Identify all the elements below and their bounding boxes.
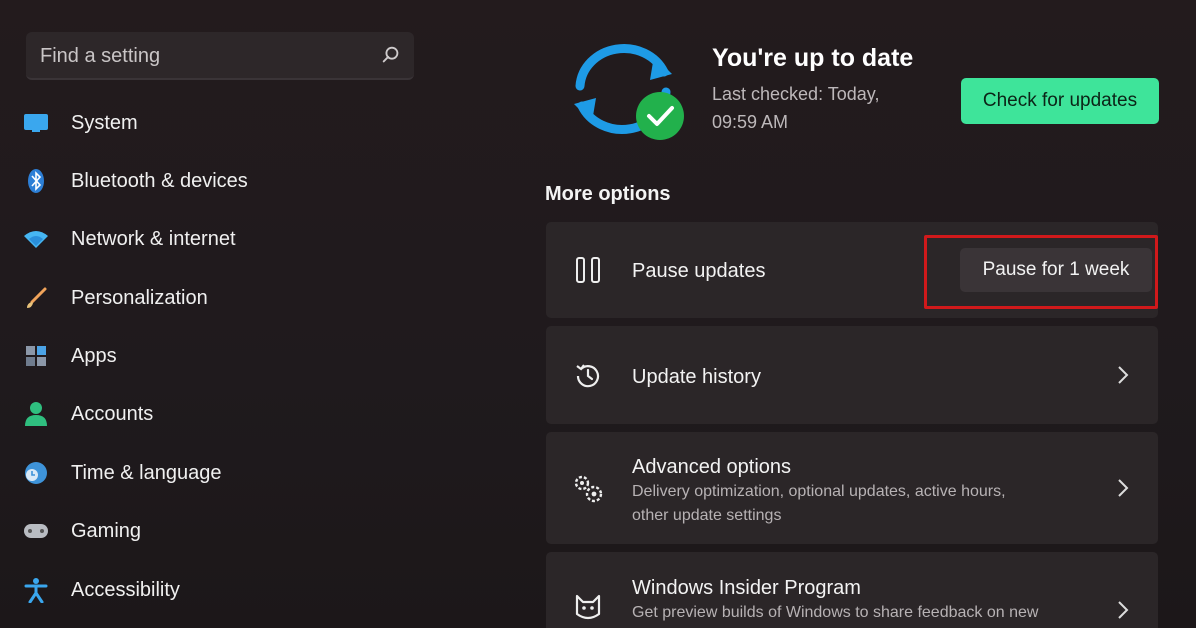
wifi-icon [22,225,50,253]
gamepad-icon [22,517,50,545]
person-icon [22,400,50,428]
sidebar-item-system[interactable]: System [22,103,422,143]
sidebar-item-apps[interactable]: Apps [22,336,422,376]
gears-icon [570,470,606,506]
insider-cat-icon [570,590,606,626]
advanced-options-description: Delivery optimization, optional updates,… [632,480,1072,528]
update-history-title: Update history [632,366,761,388]
brush-icon [22,284,50,312]
bluetooth-icon [22,167,50,195]
chevron-right-icon [1118,479,1129,497]
sidebar: Find a setting System Bluetooth & device… [0,0,520,628]
sidebar-item-gaming[interactable]: Gaming [22,511,422,551]
sidebar-item-label: Accounts [71,402,154,425]
chevron-right-icon [1118,601,1129,619]
sidebar-item-network[interactable]: Network & internet [22,219,422,259]
sidebar-item-label: Accessibility [71,578,180,601]
last-checked-line2: 09:59 AM [712,112,789,132]
sync-check-icon [574,44,684,140]
update-history-card[interactable]: Update history [546,326,1158,424]
sidebar-item-label: Time & language [71,461,222,484]
apps-icon [22,342,50,370]
history-icon [570,358,606,394]
windows-update-panel: You're up to date Last checked: Today, 0… [530,0,1196,628]
update-status-title: You're up to date [712,44,914,72]
sidebar-item-accessibility[interactable]: Accessibility [22,570,422,610]
pause-updates-title: Pause updates [632,260,766,282]
last-checked-line1: Last checked: Today, [712,84,880,104]
sidebar-item-accounts[interactable]: Accounts [22,394,422,434]
advanced-options-title: Advanced options [632,456,792,478]
search-icon[interactable] [380,44,402,66]
sidebar-item-label: Personalization [71,286,208,309]
sidebar-item-label: Bluetooth & devices [71,169,248,192]
advanced-desc-line2: other update settings [632,507,782,524]
chevron-right-icon [1118,366,1129,384]
accessibility-icon [22,576,50,604]
sidebar-item-bluetooth[interactable]: Bluetooth & devices [22,161,422,201]
windows-insider-title: Windows Insider Program [632,577,861,599]
sidebar-item-label: Gaming [71,519,142,542]
advanced-desc-line1: Delivery optimization, optional updates,… [632,483,1006,500]
highlight-box [924,235,1158,309]
monitor-icon [22,109,50,137]
globe-clock-icon [22,459,50,487]
advanced-options-card[interactable]: Advanced options Delivery optimization, … [546,432,1158,544]
sidebar-item-label: Network & internet [71,227,236,250]
pause-icon [570,252,606,288]
check-for-updates-button[interactable]: Check for updates [961,78,1159,124]
search-box[interactable]: Find a setting [26,32,414,80]
sidebar-item-label: System [71,111,138,134]
windows-insider-card[interactable]: Windows Insider Program Get preview buil… [546,552,1158,628]
windows-insider-description: Get preview builds of Windows to share f… [632,604,1039,621]
sidebar-item-label: Apps [71,344,117,367]
sidebar-item-personalization[interactable]: Personalization [22,278,422,318]
sidebar-item-time-language[interactable]: Time & language [22,453,422,493]
search-input[interactable]: Find a setting [40,45,160,68]
more-options-heading: More options [545,183,671,205]
last-checked-text: Last checked: Today, 09:59 AM [712,80,922,136]
